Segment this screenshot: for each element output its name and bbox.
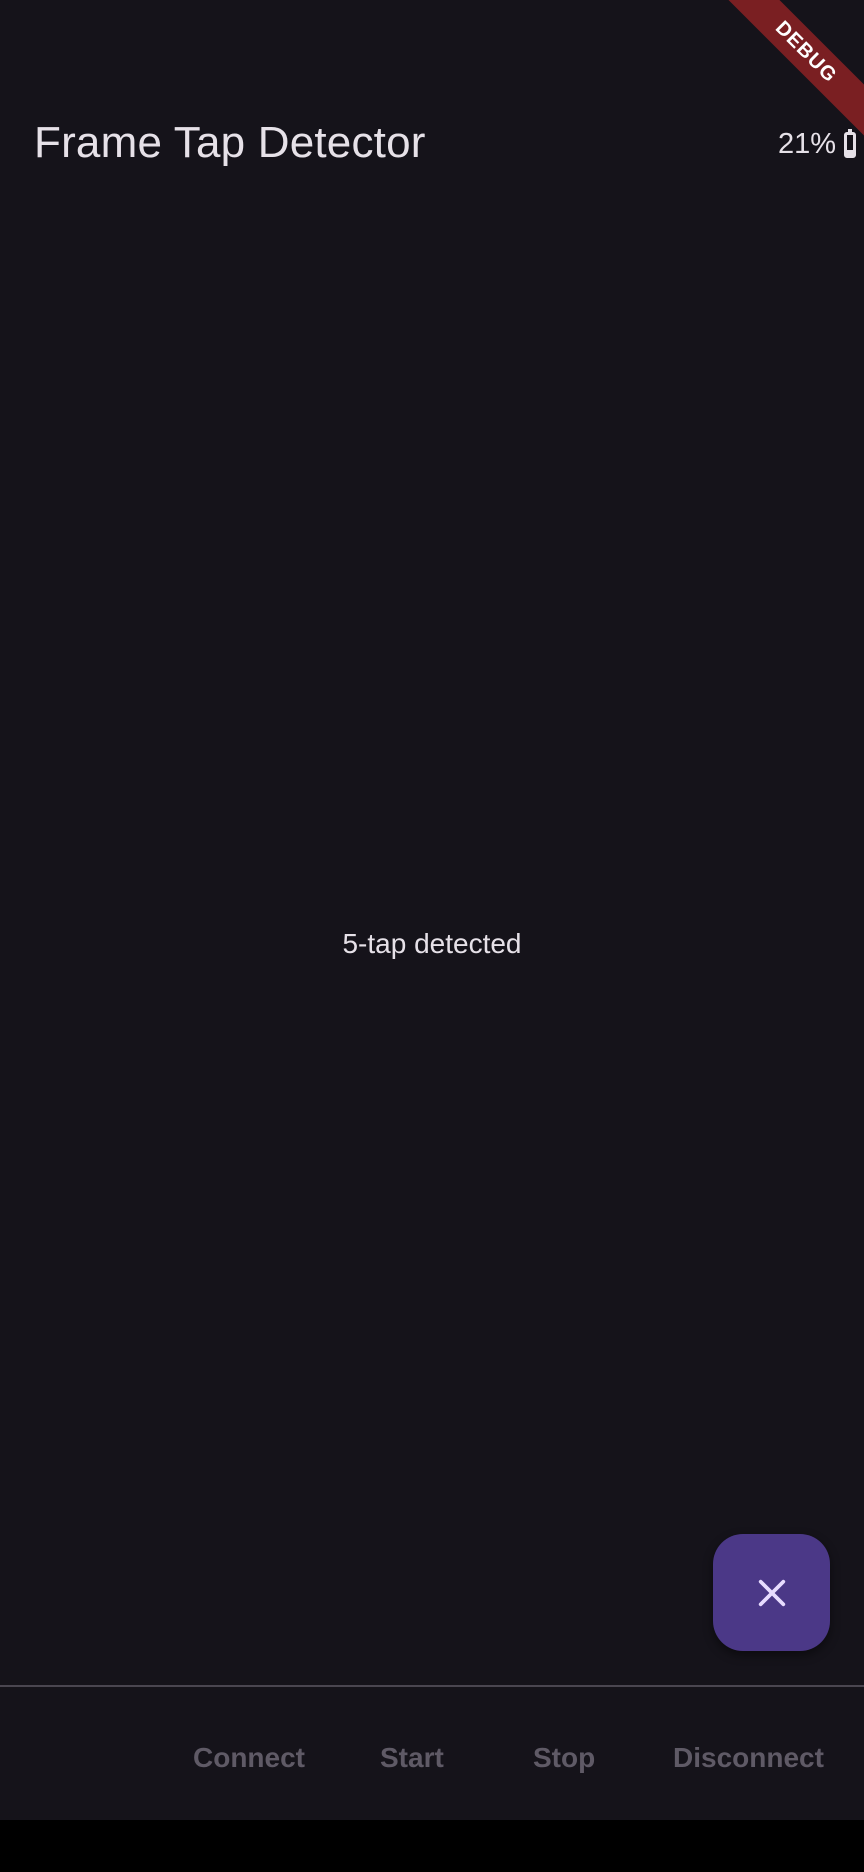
page-title: Frame Tap Detector (34, 118, 426, 167)
close-icon (758, 1579, 785, 1606)
battery-status: 21% (778, 128, 856, 161)
app-bar: Frame Tap Detector 21% (0, 0, 864, 210)
battery-fill (847, 150, 853, 155)
battery-percent: 21% (777, 128, 836, 160)
disconnect-button[interactable]: Disconnect (673, 1742, 824, 1774)
stop-button[interactable]: Stop (533, 1742, 595, 1774)
bottom-action-bar: Connect Start Stop Disconnect (0, 1685, 864, 1820)
connect-button[interactable]: Connect (193, 1742, 305, 1774)
app-screen: Frame Tap Detector 21% DEBUG 5-tap detec… (0, 0, 864, 1820)
start-button[interactable]: Start (380, 1742, 444, 1774)
tap-status-text: 5-tap detected (342, 928, 522, 959)
close-fab-button[interactable] (713, 1534, 830, 1651)
system-nav-area (0, 1820, 864, 1872)
battery-icon (844, 128, 856, 158)
